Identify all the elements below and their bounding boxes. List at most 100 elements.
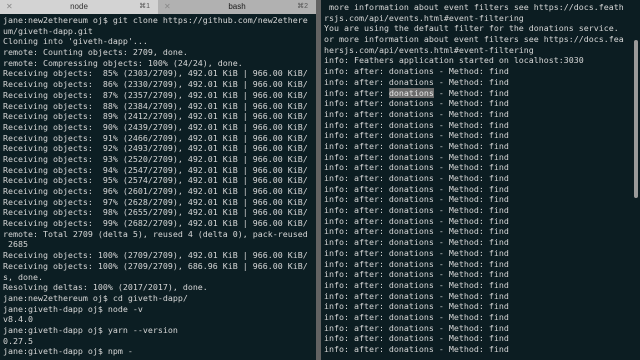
terminal-line: info: after: donations - Method: find xyxy=(324,333,624,344)
terminal-line: Receiving objects: 88% (2384/2709), 492.… xyxy=(3,100,308,111)
terminal-line: info: after: donations - Method: find xyxy=(324,120,624,131)
right-terminal-pane[interactable]: more information about event filters see… xyxy=(321,0,640,360)
terminal-text: info: after: donations - Method: find xyxy=(324,205,509,216)
terminal-line: You are using the default filter for the… xyxy=(324,23,624,34)
close-icon[interactable]: ✕ xyxy=(164,0,171,14)
terminal-line: Receiving objects: 87% (2357/2709), 492.… xyxy=(3,89,308,100)
terminal-text: info: after: donations - Method: find xyxy=(324,247,509,258)
terminal-line: hersjs.com/api/events.html#event-filteri… xyxy=(324,45,624,56)
terminal-text: - Method: find xyxy=(433,87,509,98)
terminal-text: info: after: donations - Method: find xyxy=(324,237,509,248)
terminal-text: info: after: donations - Method: find xyxy=(324,66,509,77)
terminal-line: Cloning into 'giveth-dapp'... xyxy=(3,36,148,47)
terminal-text: info: after: donations - Method: find xyxy=(324,98,509,109)
terminal-text: info: after: donations - Method: find xyxy=(324,215,509,226)
scrollbar[interactable] xyxy=(632,0,640,360)
terminal-text: info: after: donations - Method: find xyxy=(324,344,509,354)
terminal-text: info: after: donations - Method: find xyxy=(324,194,509,205)
terminal-line: jane:giveth-dapp oj$ yarn --version xyxy=(3,324,178,335)
terminal-line: 2685 xyxy=(3,239,28,250)
terminal-line: Receiving objects: 85% (2303/2709), 492.… xyxy=(3,68,308,79)
terminal-line: Receiving objects: 86% (2330/2709), 492.… xyxy=(3,79,308,90)
terminal-line: remote: Compressing objects: 100% (24/24… xyxy=(3,57,243,68)
terminal-text: info: after: donations - Method: find xyxy=(324,151,509,162)
terminal-text: info: after: donations - Method: find xyxy=(324,279,509,290)
terminal-line: info: after: donations - Method: find xyxy=(324,98,624,109)
terminal-text: info: after: donations - Method: find xyxy=(324,226,509,237)
terminal-line: info: after: donations - Method: find xyxy=(324,312,624,323)
terminal-text: rsjs.com/api/events.html#event-filtering xyxy=(324,12,524,23)
close-icon[interactable]: ✕ xyxy=(6,0,13,14)
terminal-text: info: after: donations - Method: find xyxy=(324,322,509,333)
tab-shortcut: ⌘1 xyxy=(139,3,150,10)
terminal-line: info: after: donations - Method: find xyxy=(324,130,624,141)
terminal-line: more information about event filters see… xyxy=(324,2,624,13)
terminal-text: You are using the default filter for the… xyxy=(324,23,624,34)
terminal-text: info: after: xyxy=(324,87,389,98)
terminal-line: info: after: donations - Method: find xyxy=(324,109,624,120)
terminal-line: info: after: donations - Method: find xyxy=(324,301,624,312)
tab-shortcut: ⌘2 xyxy=(297,3,308,10)
terminal-line: jane:giveth-dapp oj$ npm - xyxy=(3,346,133,357)
left-terminal-pane[interactable]: ✕ node ⌘1 ✕ bash ⌘2 jane:new2ethereum oj… xyxy=(0,0,316,360)
terminal-line: jane:giveth-dapp oj$ node -v xyxy=(3,303,143,314)
terminal-text: info: after: donations - Method: find xyxy=(324,140,509,151)
selected-text: donations xyxy=(388,87,434,98)
terminal-line: info: after: donations - Method: find xyxy=(324,226,624,237)
terminal-line: info: after: donations - Method: find xyxy=(324,248,624,259)
terminal-line: info: after: donations - Method: find xyxy=(324,152,624,163)
terminal-text: more information about event filters see… xyxy=(324,2,624,12)
tab-title: bash xyxy=(228,2,246,11)
terminal-line: Receiving objects: 96% (2601/2709), 492.… xyxy=(3,186,308,196)
terminal-line: info: after: donations - Method: find xyxy=(324,194,624,205)
terminal-line: v8.4.0 xyxy=(3,314,33,325)
terminal-line: or more information about event filters … xyxy=(324,34,624,45)
terminal-line: info: after: donations - Method: find xyxy=(324,323,624,334)
terminal-text: info: after: donations - Method: find xyxy=(324,130,509,141)
terminal-line: info: after: donations - Method: find xyxy=(324,66,624,77)
scrollbar-thumb[interactable] xyxy=(634,40,638,198)
terminal-line: Receiving objects: 100% (2709/2709), 686… xyxy=(3,260,308,271)
terminal-text: info: after: donations - Method: find xyxy=(324,162,509,173)
tab-node[interactable]: ✕ node ⌘1 xyxy=(0,0,158,14)
terminal-line: rsjs.com/api/events.html#event-filtering xyxy=(324,13,624,24)
terminal-line: s, done. xyxy=(3,271,43,282)
terminal-text: info: after: donations - Method: find xyxy=(324,311,509,322)
terminal-line: Receiving objects: 97% (2628/2709), 492.… xyxy=(3,196,308,207)
terminal-line: info: Feathers application started on lo… xyxy=(324,55,624,66)
terminal-line: Receiving objects: 89% (2412/2709), 492.… xyxy=(3,111,308,122)
terminal-text: or more information about event filters … xyxy=(324,34,624,45)
terminal-text: info: after: donations - Method: find xyxy=(324,183,509,194)
terminal-text: info: after: donations - Method: find xyxy=(324,119,509,130)
terminal-line: info: after: donations - Method: find xyxy=(324,141,624,152)
terminal-line: info: after: donations - Method: find xyxy=(324,184,624,195)
terminal-line: info: after: donations - Method: find xyxy=(324,280,624,291)
terminal-line: Receiving objects: 95% (2574/2709), 492.… xyxy=(3,175,308,186)
terminal-text: hersjs.com/api/events.html#event-filteri… xyxy=(324,44,534,55)
terminal-line: jane:new2ethereum oj$ git clone https://… xyxy=(3,15,308,25)
terminal-line: Receiving objects: 94% (2547/2709), 492.… xyxy=(3,164,308,175)
right-terminal-output[interactable]: more information about event filters see… xyxy=(324,2,624,355)
terminal-text: info: after: donations - Method: find xyxy=(324,108,509,119)
terminal-text: info: Feathers application started on lo… xyxy=(324,55,584,66)
terminal-text: info: after: donations - Method: find xyxy=(324,333,509,344)
terminal-text: info: after: donations - Method: find xyxy=(324,290,509,301)
terminal-line: info: after: donations - Method: find xyxy=(324,162,624,173)
terminal-line: um/giveth-dapp.git xyxy=(3,25,93,36)
left-terminal-output[interactable]: jane:new2ethereum oj$ git clone https://… xyxy=(3,15,315,357)
terminal-line: Receiving objects: 90% (2439/2709), 492.… xyxy=(3,121,308,132)
terminal-line: info: after: donations - Method: find xyxy=(324,269,624,280)
terminal-line: info: after: donations - Method: find xyxy=(324,216,624,227)
terminal-line: Receiving objects: 98% (2655/2709), 492.… xyxy=(3,207,308,218)
terminal-text: info: after: donations - Method: find xyxy=(324,269,509,280)
terminal-line: jane:new2ethereum oj$ cd giveth-dapp/ xyxy=(3,292,188,303)
terminal-line: Receiving objects: 92% (2493/2709), 492.… xyxy=(3,143,308,154)
tab-bar: ✕ node ⌘1 ✕ bash ⌘2 xyxy=(0,0,316,14)
tab-title: node xyxy=(70,2,88,11)
terminal-text: info: after: donations - Method: find xyxy=(324,301,509,312)
terminal-line: Receiving objects: 99% (2682/2709), 492.… xyxy=(3,218,308,229)
terminal-text: info: after: donations - Method: find xyxy=(324,258,509,269)
tab-bash[interactable]: ✕ bash ⌘2 xyxy=(158,0,316,14)
terminal-line: Receiving objects: 93% (2520/2709), 492.… xyxy=(3,153,308,164)
terminal-line: remote: Counting objects: 2709, done. xyxy=(3,47,188,58)
